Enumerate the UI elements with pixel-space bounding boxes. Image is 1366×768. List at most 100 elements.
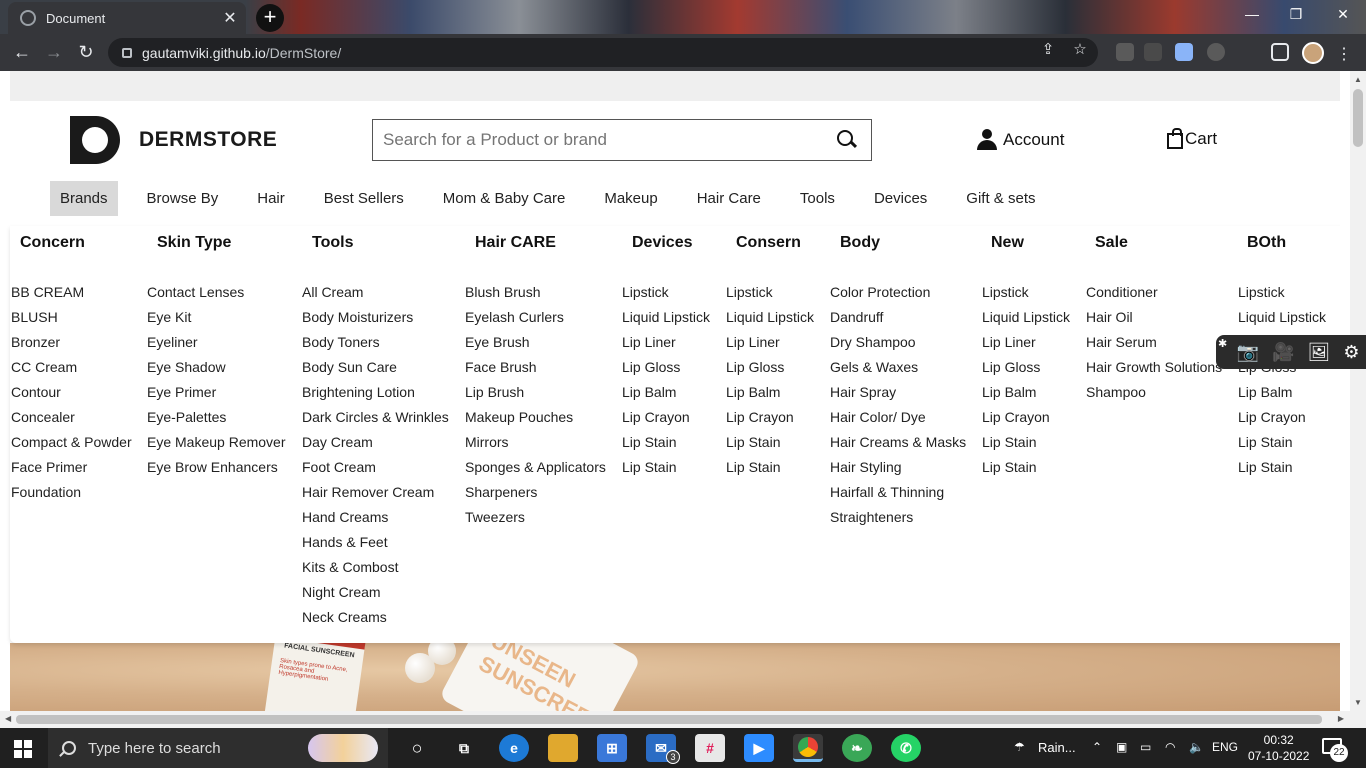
mega-menu-link[interactable]: Hairfall & Thinning (830, 480, 966, 505)
mega-menu-link[interactable]: Body Sun Care (302, 355, 449, 380)
address-bar[interactable]: gautamviki.github.io /DermStore/ (108, 38, 1098, 67)
nav-item-tools[interactable]: Tools (790, 181, 845, 216)
task-view-icon[interactable]: ⧉ (449, 734, 479, 762)
chrome-icon[interactable] (793, 734, 823, 762)
extension-pen-icon[interactable] (1116, 43, 1134, 61)
gallery-icon[interactable]: 🖼 (1307, 342, 1330, 363)
mega-menu-link[interactable]: Lip Gloss (622, 355, 710, 380)
mega-menu-link[interactable]: Eyelash Curlers (465, 305, 606, 330)
nav-item-mom-baby-care[interactable]: Mom & Baby Care (433, 181, 576, 216)
settings-gear-icon[interactable]: ⚙ (1343, 342, 1359, 363)
mega-menu-link[interactable]: Sharpeners (465, 480, 606, 505)
more-menu-icon[interactable]: ⋮ (1336, 44, 1352, 64)
mega-menu-link[interactable]: Lip Stain (1238, 430, 1326, 455)
mega-menu-link[interactable]: Sponges & Applicators (465, 455, 606, 480)
mega-menu-link[interactable]: Neck Creams (302, 605, 449, 630)
nav-item-browse-by[interactable]: Browse By (137, 181, 229, 216)
scrollbar-thumb[interactable] (1353, 89, 1363, 147)
mega-menu-link[interactable]: Brightening Lotion (302, 380, 449, 405)
slack-icon[interactable]: # (695, 734, 725, 762)
mega-menu-link[interactable]: Dry Shampoo (830, 330, 966, 355)
mega-menu-heading[interactable]: Devices (632, 226, 710, 260)
search-input[interactable] (383, 130, 831, 150)
device-icon[interactable]: ▣ (1116, 740, 1127, 754)
back-icon[interactable]: ← (10, 41, 34, 65)
minimize-button[interactable]: — (1229, 6, 1275, 22)
nav-item-gift-sets[interactable]: Gift & sets (956, 181, 1045, 216)
new-tab-button[interactable]: + (256, 4, 284, 32)
mega-menu-link[interactable]: Lip Stain (726, 455, 814, 480)
mega-menu-link[interactable]: Eyeliner (147, 330, 286, 355)
mega-menu-link[interactable]: CC Cream (11, 355, 132, 380)
mega-menu-link[interactable]: Eye Makeup Remover (147, 430, 286, 455)
mega-menu-link[interactable]: Hands & Feet (302, 530, 449, 555)
battery-icon[interactable]: ▭ (1140, 740, 1151, 754)
profile-avatar[interactable] (1302, 42, 1324, 64)
mega-menu-link[interactable]: Liquid Lipstick (982, 305, 1070, 330)
mega-menu-link[interactable]: Eye Kit (147, 305, 286, 330)
store-icon[interactable]: ⊞ (597, 734, 627, 762)
mega-menu-link[interactable]: Lip Stain (982, 455, 1070, 480)
mega-menu-link[interactable]: Lip Brush (465, 380, 606, 405)
extension-compass-icon[interactable] (1207, 43, 1225, 61)
cart-link[interactable]: Cart (1167, 128, 1217, 149)
mega-menu-link[interactable]: Hair Remover Cream (302, 480, 449, 505)
scroll-up-icon[interactable]: ▲ (1354, 75, 1362, 84)
scroll-right-icon[interactable]: ▶ (1338, 714, 1344, 723)
mega-menu-link[interactable]: Hair Growth Solutions (1086, 355, 1222, 380)
bookmark-star-icon[interactable]: ☆ (1069, 40, 1091, 58)
mega-menu-link[interactable]: Night Cream (302, 580, 449, 605)
mega-menu-link[interactable]: Lipstick (982, 280, 1070, 305)
mega-menu-link[interactable]: Kits & Combost (302, 555, 449, 580)
weather-icon[interactable]: ☂ (1014, 740, 1025, 754)
windows-start-icon[interactable] (14, 740, 32, 758)
nav-item-devices[interactable]: Devices (864, 181, 937, 216)
mega-menu-link[interactable]: Lipstick (1238, 280, 1326, 305)
nav-item-hair[interactable]: Hair (247, 181, 295, 216)
hscroll-thumb[interactable] (16, 715, 1322, 724)
mega-menu-link[interactable]: Lip Stain (622, 430, 710, 455)
mega-menu-link[interactable]: Body Moisturizers (302, 305, 449, 330)
mega-menu-link[interactable]: Contour (11, 380, 132, 405)
mega-menu-link[interactable]: Color Protection (830, 280, 966, 305)
scroll-down-icon[interactable]: ▼ (1354, 698, 1362, 707)
nav-item-hair-care[interactable]: Hair Care (687, 181, 771, 216)
mega-menu-link[interactable]: Lipstick (726, 280, 814, 305)
mega-menu-link[interactable]: Lip Balm (622, 380, 710, 405)
mega-menu-link[interactable]: Liquid Lipstick (622, 305, 710, 330)
pin-icon[interactable]: ✱ (1218, 337, 1227, 350)
extension-screen-icon[interactable] (1175, 43, 1193, 61)
mega-menu-link[interactable]: Hair Color/ Dye (830, 405, 966, 430)
mega-menu-link[interactable]: Hair Serum (1086, 330, 1222, 355)
mega-menu-link[interactable]: Lip Liner (622, 330, 710, 355)
mega-menu-link[interactable]: Hair Spray (830, 380, 966, 405)
mega-menu-link[interactable]: Lip Balm (726, 380, 814, 405)
share-icon[interactable]: ⇪ (1037, 40, 1059, 58)
mega-menu-link[interactable]: Compact & Powder (11, 430, 132, 455)
mega-menu-link[interactable]: Eye Shadow (147, 355, 286, 380)
mega-menu-heading[interactable]: Concern (20, 226, 132, 260)
vertical-scrollbar[interactable]: ▲ ▼ (1350, 71, 1366, 711)
close-window-button[interactable]: ✕ (1320, 6, 1366, 23)
cortana-icon[interactable]: ○ (402, 734, 432, 762)
nav-item-makeup[interactable]: Makeup (594, 181, 667, 216)
weather-label[interactable]: Rain... (1038, 740, 1076, 755)
mega-menu-heading[interactable]: Sale (1095, 226, 1222, 260)
mega-menu-link[interactable]: BLUSH (11, 305, 132, 330)
mega-menu-link[interactable]: Day Cream (302, 430, 449, 455)
mega-menu-heading[interactable]: BOth (1247, 226, 1326, 260)
mega-menu-heading[interactable]: Consern (736, 226, 814, 260)
mega-menu-heading[interactable]: Skin Type (157, 226, 286, 260)
mega-menu-link[interactable]: Lip Liner (982, 330, 1070, 355)
mega-menu-link[interactable]: Liquid Lipstick (1238, 305, 1326, 330)
mega-menu-link[interactable]: All Cream (302, 280, 449, 305)
mega-menu-link[interactable]: Eye Brow Enhancers (147, 455, 286, 480)
mega-menu-link[interactable]: Foundation (11, 480, 132, 505)
clock[interactable]: 00:32 07-10-2022 (1248, 732, 1309, 764)
horizontal-scrollbar[interactable]: ◀ ▶ (0, 711, 1366, 728)
mega-menu-link[interactable]: Lip Stain (622, 455, 710, 480)
forward-icon[interactable]: → (42, 41, 66, 65)
mega-menu-link[interactable]: Face Primer (11, 455, 132, 480)
mega-menu-link[interactable]: Concealer (11, 405, 132, 430)
mega-menu-link[interactable]: Dark Circles & Wrinkles (302, 405, 449, 430)
